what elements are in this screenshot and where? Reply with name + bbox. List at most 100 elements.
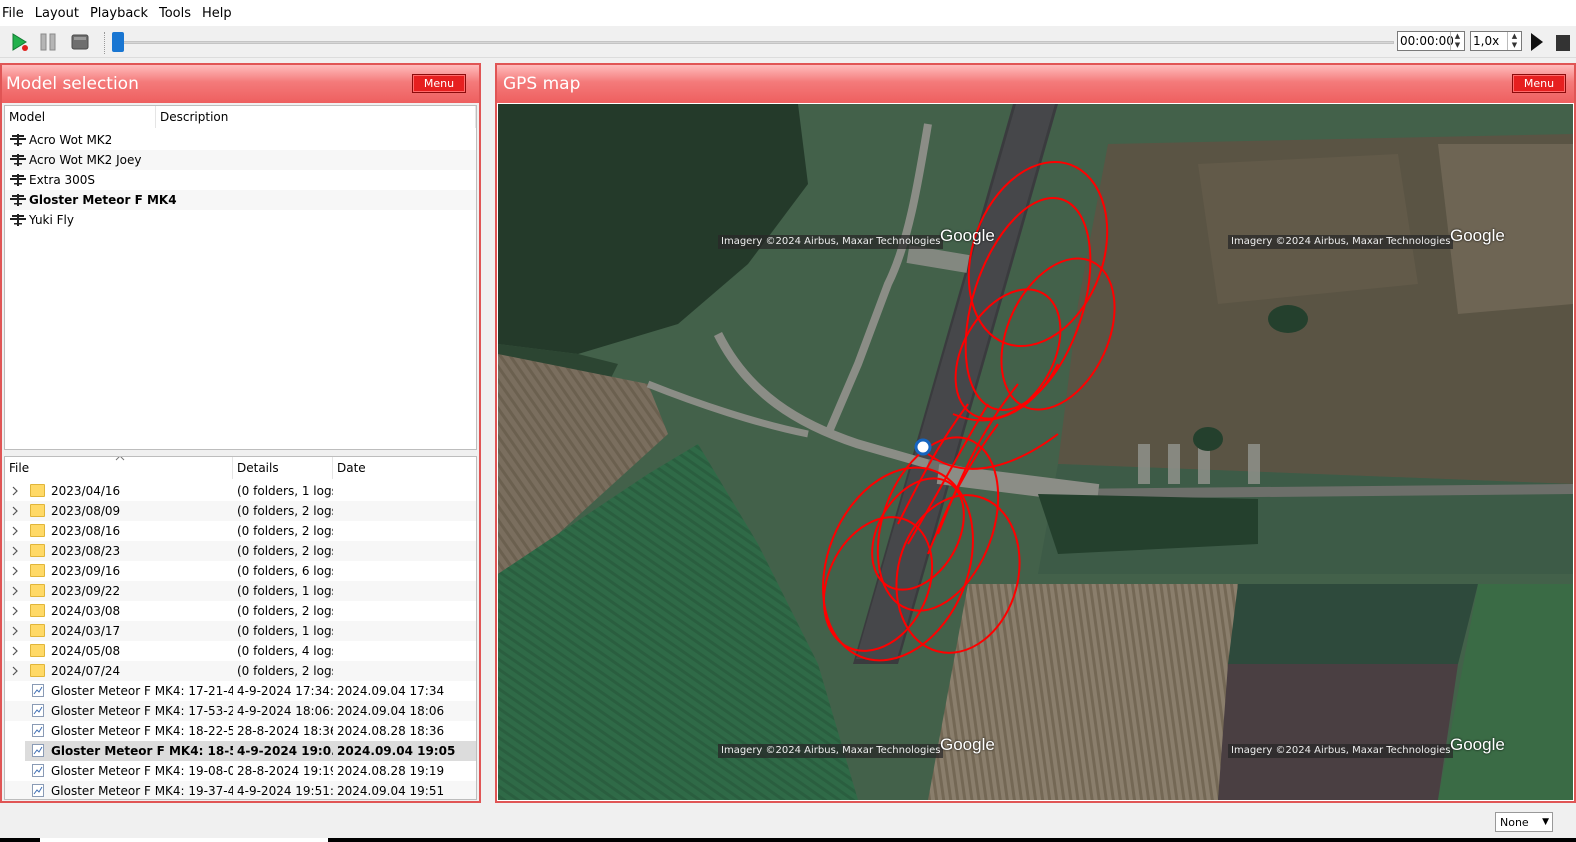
chevron-right-icon[interactable] bbox=[11, 506, 19, 516]
chevron-right-icon[interactable] bbox=[11, 546, 19, 556]
chevron-right-icon[interactable] bbox=[11, 566, 19, 576]
column-description[interactable]: Description bbox=[156, 106, 476, 128]
model-name: Gloster Meteor F MK4 bbox=[29, 193, 177, 207]
folder-name: 2024/03/17 bbox=[51, 624, 121, 638]
log-file-row[interactable]: Gloster Meteor F MK4: 18-52-36 4-9-2024 1… bbox=[25, 741, 476, 761]
folder-details: (0 folders, 1 logs) bbox=[237, 584, 333, 598]
time-spinbox[interactable]: 00:00:00 ▲ ▼ bbox=[1397, 31, 1465, 51]
log-name: Gloster Meteor F MK4: 17-53-22 bbox=[51, 704, 233, 718]
model-row[interactable]: Acro Wot MK2 Joey bbox=[5, 150, 476, 170]
pause-icon bbox=[40, 33, 56, 51]
folder-details: (0 folders, 2 logs) bbox=[237, 664, 333, 678]
column-details[interactable]: Details bbox=[233, 457, 333, 479]
speed-spinbox[interactable]: 1,0x ▲ ▼ bbox=[1470, 31, 1522, 51]
log-name: Gloster Meteor F MK4: 19-37-48 bbox=[51, 784, 233, 798]
time-value: 00:00:00 bbox=[1400, 34, 1454, 48]
folder-row[interactable]: 2024/07/24 (0 folders, 2 logs) bbox=[5, 661, 476, 681]
gps-map-view[interactable]: Imagery ©2024 Airbus, Maxar Technologies… bbox=[498, 104, 1573, 800]
map-attribution-1: Imagery ©2024 Airbus, Maxar Technologies bbox=[718, 235, 944, 249]
column-date[interactable]: Date bbox=[333, 457, 476, 479]
map-panel-menu-button[interactable]: Menu bbox=[1512, 74, 1566, 93]
log-details: 4-9-2024 19:0... bbox=[237, 744, 333, 758]
time-spin-arrows[interactable]: ▲ ▼ bbox=[1450, 32, 1464, 50]
log-file-row[interactable]: Gloster Meteor F MK4: 18-22-55 28-8-2024 … bbox=[5, 721, 476, 741]
model-row[interactable]: Yuki Fly bbox=[5, 210, 476, 230]
chevron-right-icon[interactable] bbox=[11, 586, 19, 596]
folder-icon bbox=[30, 564, 45, 577]
playback-seek-thumb[interactable] bbox=[112, 32, 124, 52]
log-name: Gloster Meteor F MK4: 18-52-36 bbox=[51, 744, 233, 758]
log-file-row[interactable]: Gloster Meteor F MK4: 19-37-48 4-9-2024 1… bbox=[5, 781, 476, 799]
model-panel-menu-button[interactable]: Menu bbox=[412, 74, 466, 93]
model-row[interactable]: Gloster Meteor F MK4 bbox=[5, 190, 476, 210]
status-combo-value: None bbox=[1500, 815, 1529, 829]
gps-map-panel: GPS map Menu Imagery ©2024 Airbus, Maxar… bbox=[495, 63, 1576, 803]
toolbar-separator bbox=[104, 32, 106, 54]
folder-name: 2023/09/16 bbox=[51, 564, 121, 578]
chevron-right-icon[interactable] bbox=[11, 666, 19, 676]
folder-name: 2023/08/09 bbox=[51, 504, 121, 518]
chart-log-icon bbox=[32, 724, 44, 737]
folder-details: (0 folders, 2 logs) bbox=[237, 544, 333, 558]
log-file-row[interactable]: Gloster Meteor F MK4: 17-21-46 4-9-2024 1… bbox=[5, 681, 476, 701]
folder-icon bbox=[30, 584, 45, 597]
log-file-row[interactable]: Gloster Meteor F MK4: 19-08-06 28-8-2024 … bbox=[5, 761, 476, 781]
folder-row[interactable]: 2023/08/16 (0 folders, 2 logs) bbox=[5, 521, 476, 541]
stop-button[interactable] bbox=[68, 30, 92, 54]
chart-log-icon bbox=[32, 704, 44, 717]
folder-details: (0 folders, 2 logs) bbox=[237, 604, 333, 618]
playback-seek-track[interactable] bbox=[112, 41, 1394, 44]
column-model[interactable]: Model bbox=[5, 106, 156, 128]
status-bar: None ▼ bbox=[0, 808, 1576, 842]
folder-icon bbox=[30, 524, 45, 537]
folder-row[interactable]: 2023/09/22 (0 folders, 1 logs) bbox=[5, 581, 476, 601]
log-file-tree: File Details Date 2023/04/16 (0 folders, … bbox=[4, 456, 477, 800]
model-row[interactable]: Acro Wot MK2 bbox=[5, 130, 476, 150]
play-record-button[interactable] bbox=[8, 30, 32, 54]
model-list-header: Model Description bbox=[5, 106, 476, 128]
log-file-row[interactable]: Gloster Meteor F MK4: 17-53-22 4-9-2024 1… bbox=[5, 701, 476, 721]
chevron-right-icon[interactable] bbox=[11, 646, 19, 656]
airplane-icon bbox=[10, 194, 26, 206]
folder-row[interactable]: 2024/03/17 (0 folders, 1 logs) bbox=[5, 621, 476, 641]
folder-row[interactable]: 2024/03/08 (0 folders, 2 logs) bbox=[5, 601, 476, 621]
model-row[interactable]: Extra 300S bbox=[5, 170, 476, 190]
chart-log-icon bbox=[32, 784, 44, 797]
play-arrow-icon[interactable] bbox=[1530, 32, 1544, 52]
folder-icon bbox=[30, 624, 45, 637]
folder-details: (0 folders, 1 logs) bbox=[237, 484, 333, 498]
pause-button[interactable] bbox=[36, 30, 60, 54]
chevron-right-icon[interactable] bbox=[11, 486, 19, 496]
log-details: 4-9-2024 17:34:16 bbox=[237, 684, 333, 698]
menu-file[interactable]: File bbox=[0, 6, 32, 21]
chevron-right-icon[interactable] bbox=[11, 606, 19, 616]
folder-row[interactable]: 2023/09/16 (0 folders, 6 logs) bbox=[5, 561, 476, 581]
menu-tools[interactable]: Tools bbox=[157, 6, 199, 21]
file-tree-header: File Details Date bbox=[5, 457, 476, 479]
folder-details: (0 folders, 1 logs) bbox=[237, 624, 333, 638]
folder-row[interactable]: 2024/05/08 (0 folders, 4 logs) bbox=[5, 641, 476, 661]
column-file[interactable]: File bbox=[5, 457, 233, 479]
current-position-marker bbox=[914, 438, 932, 456]
speed-spin-arrows[interactable]: ▲ ▼ bbox=[1507, 32, 1521, 50]
folder-name: 2024/05/08 bbox=[51, 644, 121, 658]
folder-icon bbox=[30, 484, 45, 497]
chevron-right-icon[interactable] bbox=[11, 526, 19, 536]
log-name: Gloster Meteor F MK4: 19-08-06 bbox=[51, 764, 233, 778]
column-file-label: File bbox=[9, 461, 30, 475]
folder-row[interactable]: 2023/08/23 (0 folders, 2 logs) bbox=[5, 541, 476, 561]
folder-row[interactable]: 2023/08/09 (0 folders, 2 logs) bbox=[5, 501, 476, 521]
folder-row[interactable]: 2023/04/16 (0 folders, 1 logs) bbox=[5, 481, 476, 501]
model-panel-title: Model selection bbox=[6, 74, 139, 94]
stop-square-icon[interactable] bbox=[1556, 35, 1570, 51]
log-date: 2024.09.04 19:51 bbox=[337, 784, 445, 798]
folder-icon bbox=[30, 544, 45, 557]
menu-playback[interactable]: Playback bbox=[88, 6, 156, 21]
menu-layout[interactable]: Layout bbox=[33, 6, 87, 21]
log-date: 2024.09.04 18:06 bbox=[337, 704, 445, 718]
chevron-right-icon[interactable] bbox=[11, 626, 19, 636]
google-logo-2: Google bbox=[1450, 226, 1505, 245]
menu-help[interactable]: Help bbox=[200, 6, 240, 21]
folder-name: 2024/03/08 bbox=[51, 604, 121, 618]
status-combo-box[interactable]: None ▼ bbox=[1495, 812, 1553, 832]
